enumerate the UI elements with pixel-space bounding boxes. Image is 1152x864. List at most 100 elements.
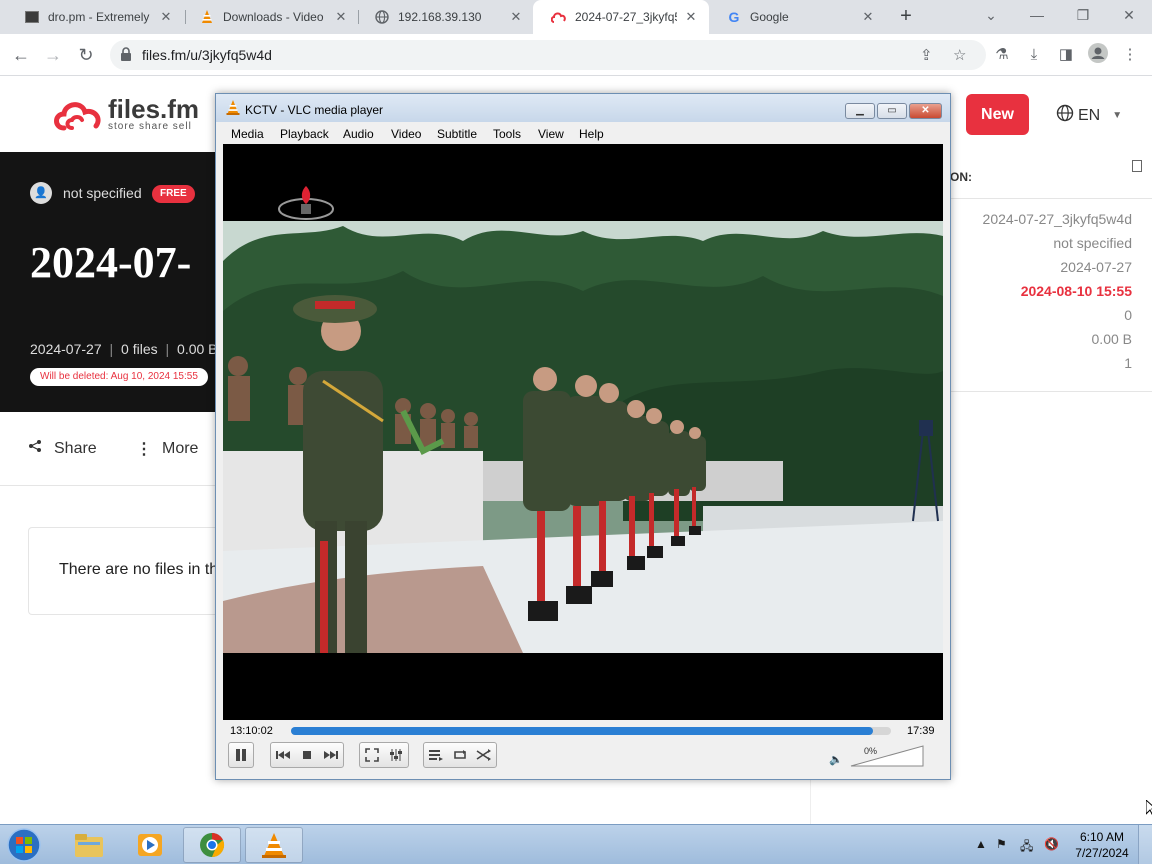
filesfm-cloud-icon [54, 101, 101, 130]
seek-bar-fill [291, 727, 873, 735]
address-bar[interactable]: files.fm/u/3jkyfq5w4d ⇪ ☆ [110, 40, 986, 70]
menu-video[interactable]: Video [391, 127, 421, 141]
loop-icon[interactable] [448, 743, 472, 767]
profile-avatar-icon[interactable] [1086, 43, 1110, 67]
info-folder-name: 2024-07-27_3jkyfq5w4d [982, 211, 1132, 227]
menu-tools[interactable]: Tools [493, 127, 521, 141]
show-hidden-icons[interactable]: ▲ [975, 837, 987, 851]
dro-favicon-icon [24, 9, 40, 25]
copy-icon[interactable] [1132, 160, 1142, 172]
info-file-count: 0 [1124, 307, 1132, 323]
avatar: 👤 [30, 182, 52, 204]
start-button[interactable] [6, 828, 46, 862]
meta-date: 2024-07-27 [30, 341, 102, 357]
logo-tagline: store share sell [108, 121, 192, 132]
new-tab-button[interactable]: + [895, 5, 917, 27]
system-clock[interactable]: 6:10 AM 7/27/2024 [1072, 829, 1132, 861]
close-icon[interactable]: ✕ [860, 9, 876, 25]
browser-menu-icon[interactable]: ⋮ [1118, 43, 1142, 67]
more-label: More [162, 440, 199, 457]
vlc-minimize-button[interactable]: ▁ [845, 103, 875, 119]
owner-name: not specified [63, 185, 142, 201]
tab-ip[interactable]: 192.168.39.130 ✕ [356, 0, 534, 34]
browser-toolbar: ← → ↻ files.fm/u/3jkyfq5w4d ⇪ ☆ ⚗ ⤓ ◨ ⋮ [0, 34, 1152, 76]
reload-button[interactable]: ↻ [73, 42, 99, 68]
forward-button[interactable]: → [40, 42, 66, 68]
tab-dro[interactable]: dro.pm - Extremely ✕ [6, 0, 184, 34]
vlc-maximize-button[interactable]: ▭ [877, 103, 907, 119]
logo-name: files.fm [108, 94, 200, 124]
info-owner: not specified [1053, 235, 1132, 251]
close-icon[interactable]: ✕ [158, 9, 174, 25]
show-desktop-button[interactable] [1138, 825, 1152, 864]
close-window-button[interactable]: ✕ [1106, 0, 1152, 30]
vlc-titlebar[interactable]: KCTV - VLC media player ▁ ▭ ✕ [216, 94, 950, 122]
video-frame-scene [223, 221, 943, 653]
next-icon[interactable] [319, 743, 343, 767]
vlc-close-button[interactable]: ✕ [909, 103, 942, 119]
previous-icon[interactable] [271, 743, 295, 767]
tab-downloads[interactable]: Downloads - Video ✕ [181, 0, 359, 34]
volume-slider[interactable] [849, 744, 925, 768]
network-icon[interactable]: 🖧 [1020, 837, 1033, 858]
playlist-icon[interactable] [424, 743, 448, 767]
minimize-button[interactable]: — [1014, 0, 1060, 30]
more-button[interactable]: ⋮ More [136, 439, 198, 459]
bookmark-star-icon[interactable]: ☆ [953, 46, 966, 64]
kctv-logo-icon [278, 186, 334, 220]
downloads-icon[interactable]: ⤓ [1022, 43, 1046, 67]
menu-audio[interactable]: Audio [343, 127, 374, 141]
side-panel-icon[interactable]: ◨ [1054, 43, 1078, 67]
deletion-notice: Will be deleted: Aug 10, 2024 15:55 [30, 368, 208, 386]
remaining-time: 17:39 [907, 725, 935, 737]
pause-button[interactable] [228, 742, 254, 768]
taskbar-chrome[interactable] [183, 827, 241, 863]
tab-filesfm-active[interactable]: 2024-07-27_3jkyfq5 ✕ [533, 0, 709, 34]
menu-playback[interactable]: Playback [280, 127, 329, 141]
language-selector[interactable]: EN ▼ [1056, 104, 1122, 127]
stop-icon[interactable] [295, 743, 319, 767]
tab-google[interactable]: G Google ✕ [708, 0, 886, 34]
browser-tab-strip: dro.pm - Extremely ✕ Downloads - Video ✕… [0, 0, 1152, 34]
page-title: 2024-07- [30, 238, 192, 287]
speaker-icon[interactable]: 🔈 [829, 753, 843, 766]
empty-files-message: There are no files in th [59, 561, 219, 578]
shuffle-icon[interactable] [472, 743, 496, 767]
taskbar-media-player[interactable] [121, 827, 179, 863]
video-output[interactable] [223, 144, 943, 720]
tab-label: Google [750, 10, 789, 24]
action-center-flag-icon[interactable]: ⚑ [996, 837, 1007, 851]
restore-button[interactable]: ❐ [1060, 0, 1106, 30]
extension-icon[interactable]: ⚗ [990, 43, 1014, 67]
share-page-icon[interactable]: ⇪ [920, 46, 933, 64]
mouse-cursor-icon [1146, 800, 1152, 816]
back-button[interactable]: ← [8, 42, 34, 68]
filesfm-favicon-icon [551, 9, 567, 25]
new-button[interactable]: New [966, 94, 1029, 135]
taskbar-vlc[interactable] [245, 827, 303, 863]
menu-help[interactable]: Help [579, 127, 604, 141]
menu-subtitle[interactable]: Subtitle [437, 127, 477, 141]
vlc-window[interactable]: KCTV - VLC media player ▁ ▭ ✕ Media Play… [215, 93, 951, 780]
clock-time: 6:10 AM [1079, 830, 1125, 844]
seek-bar[interactable] [291, 727, 891, 735]
menu-media[interactable]: Media [231, 127, 264, 141]
share-button[interactable]: Share [28, 439, 97, 458]
filesfm-logo[interactable]: files.fm store share sell [52, 94, 200, 132]
close-icon[interactable]: ✕ [508, 9, 524, 25]
tab-label: 192.168.39.130 [398, 10, 482, 24]
seek-row: 13:10:02 17:39 [216, 721, 950, 741]
tab-search-button[interactable]: ⌄ [968, 0, 1014, 30]
elapsed-time: 13:10:02 [230, 725, 273, 737]
close-icon[interactable]: ✕ [683, 9, 699, 25]
info-created: 2024-07-27 [1060, 259, 1132, 275]
folder-meta: 2024-07-27 | 0 files | 0.00 B [30, 341, 218, 357]
taskbar-explorer[interactable] [60, 827, 118, 863]
fullscreen-icon[interactable] [360, 743, 384, 767]
lock-icon [120, 47, 132, 61]
menu-view[interactable]: View [538, 127, 564, 141]
extended-settings-icon[interactable] [384, 743, 408, 767]
volume-muted-icon[interactable]: 🔇 [1044, 837, 1059, 851]
divider [0, 485, 216, 486]
close-icon[interactable]: ✕ [333, 9, 349, 25]
